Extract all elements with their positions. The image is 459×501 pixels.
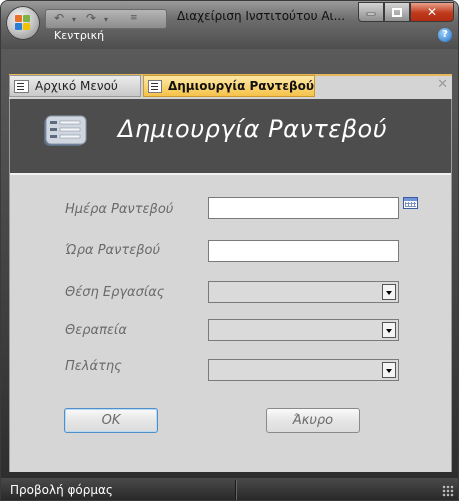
appointment-time-label: Ώρα Ραντεβού bbox=[65, 243, 161, 258]
tab-label: Δημιουργία Ραντεβού bbox=[167, 79, 314, 93]
help-icon[interactable]: ? bbox=[438, 28, 452, 42]
cancel-button[interactable]: Άκυρο bbox=[266, 408, 360, 433]
minimize-button[interactable] bbox=[358, 2, 384, 22]
office-button[interactable] bbox=[6, 6, 40, 40]
document-tab-bar: Αρχικό Μενού Δημιουργία Ραντεβού ✕ bbox=[9, 74, 452, 99]
appointment-time-input[interactable] bbox=[208, 240, 399, 262]
window-controls: ✕ bbox=[358, 2, 454, 23]
status-bar: Προβολή φόρμας bbox=[1, 478, 458, 500]
therapy-combo[interactable] bbox=[208, 319, 399, 341]
header-divider bbox=[10, 173, 451, 175]
undo-dropdown-icon[interactable]: ▾ bbox=[72, 15, 76, 24]
tab-label: Αρχικό Μενού bbox=[35, 79, 118, 93]
maximize-icon bbox=[392, 7, 402, 17]
ok-button[interactable]: OK bbox=[64, 408, 158, 433]
status-separator bbox=[235, 480, 236, 500]
form-header-icon bbox=[44, 115, 87, 146]
work-position-combo[interactable] bbox=[208, 281, 399, 303]
window-title: Διαχείριση Ινστιτούτου Αι... bbox=[177, 9, 346, 23]
client-label: Πελάτης bbox=[65, 359, 122, 374]
title-bar: ↶ ▾ ↷ ▾ ≡ Διαχείριση Ινστιτούτου Αι... ✕… bbox=[1, 1, 458, 49]
undo-icon[interactable]: ↶ bbox=[54, 11, 64, 25]
redo-icon[interactable]: ↷ bbox=[86, 11, 96, 25]
resize-grip-icon[interactable] bbox=[442, 485, 454, 497]
status-text: Προβολή φόρμας bbox=[10, 483, 113, 497]
therapy-label: Θεραπεία bbox=[65, 323, 127, 338]
chevron-down-icon[interactable] bbox=[382, 284, 396, 300]
customize-toolbar-icon[interactable]: ≡ bbox=[130, 13, 138, 23]
close-button[interactable]: ✕ bbox=[410, 2, 454, 22]
app-window: ↶ ▾ ↷ ▾ ≡ Διαχείριση Ινστιτούτου Αι... ✕… bbox=[0, 0, 459, 501]
close-icon: ✕ bbox=[426, 5, 438, 19]
appointment-form: Δημιουργία Ραντεβού Ημέρα Ραντεβού Ώρα Ρ… bbox=[9, 99, 452, 472]
quick-access-toolbar: ↶ ▾ ↷ ▾ ≡ bbox=[45, 9, 167, 29]
calendar-icon[interactable] bbox=[403, 197, 418, 209]
redo-dropdown-icon[interactable]: ▾ bbox=[104, 15, 108, 24]
maximize-button[interactable] bbox=[384, 2, 410, 22]
chevron-down-icon[interactable] bbox=[382, 322, 396, 338]
ribbon-tab-home[interactable]: Κεντρική bbox=[54, 29, 104, 42]
form-icon bbox=[148, 79, 162, 93]
tab-create-appointment[interactable]: Δημιουργία Ραντεβού bbox=[143, 75, 315, 97]
chevron-down-icon[interactable] bbox=[382, 362, 396, 378]
office-logo-icon bbox=[15, 15, 31, 31]
appointment-date-label: Ημέρα Ραντεβού bbox=[65, 202, 174, 217]
form-title: Δημιουργία Ραντεβού bbox=[118, 115, 388, 143]
tab-main-menu[interactable]: Αρχικό Μενού bbox=[9, 75, 141, 97]
form-icon bbox=[14, 79, 29, 93]
appointment-date-input[interactable] bbox=[208, 197, 399, 219]
minimize-icon bbox=[366, 12, 376, 16]
client-combo[interactable] bbox=[208, 359, 399, 381]
form-header: Δημιουργία Ραντεβού bbox=[10, 99, 451, 173]
work-position-label: Θέση Εργασίας bbox=[65, 285, 165, 300]
close-tab-icon[interactable]: ✕ bbox=[437, 77, 448, 92]
